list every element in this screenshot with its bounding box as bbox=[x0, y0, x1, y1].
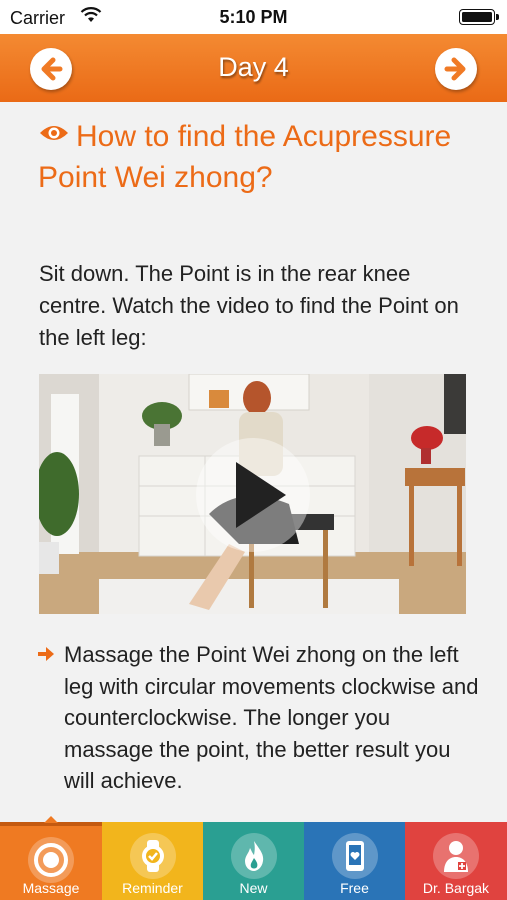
instruction-text: Massage the Point Wei zhong on the left … bbox=[64, 642, 479, 793]
tab-label: Massage bbox=[22, 880, 80, 896]
arrow-bullet-icon bbox=[38, 647, 54, 661]
target-icon bbox=[28, 837, 74, 883]
video-player[interactable] bbox=[39, 374, 466, 614]
play-button[interactable] bbox=[196, 438, 310, 552]
tab-label: Reminder bbox=[122, 880, 183, 896]
nav-bar: Day 4 bbox=[0, 34, 507, 102]
eye-icon bbox=[40, 126, 68, 140]
tab-label: Free bbox=[340, 880, 369, 896]
tab-dr-bargak[interactable]: Dr. Bargak bbox=[405, 822, 507, 900]
tab-reminder[interactable]: Reminder bbox=[102, 822, 203, 900]
flame-icon bbox=[230, 833, 277, 879]
tab-bar: Massage Reminder New Free Dr. Bargak bbox=[0, 816, 507, 900]
doctor-icon bbox=[433, 833, 479, 879]
heading-text: How to find the Acupressure Point Wei zh… bbox=[38, 120, 452, 194]
arrow-right-icon bbox=[444, 57, 466, 81]
tab-free[interactable]: Free bbox=[304, 822, 405, 900]
watch-icon bbox=[129, 833, 176, 879]
tab-label: New bbox=[239, 880, 268, 896]
page-title: Day 4 bbox=[218, 52, 289, 82]
phone-heart-icon bbox=[331, 833, 378, 879]
content-area[interactable]: How to find the Acupressure Point Wei zh… bbox=[0, 102, 507, 822]
battery-icon bbox=[459, 9, 499, 25]
tab-label: Dr. Bargak bbox=[422, 880, 490, 896]
play-icon bbox=[236, 462, 286, 528]
intro-text: Sit down. The Point is in the rear knee … bbox=[39, 261, 459, 350]
tab-new[interactable]: New bbox=[203, 822, 304, 900]
next-day-button[interactable] bbox=[435, 48, 477, 90]
status-bar: Carrier 5:10 PM bbox=[0, 0, 507, 34]
tab-massage[interactable]: Massage bbox=[0, 816, 102, 900]
status-time: 5:10 PM bbox=[219, 7, 288, 27]
section-heading: How to find the Acupressure Point Wei zh… bbox=[38, 116, 478, 198]
